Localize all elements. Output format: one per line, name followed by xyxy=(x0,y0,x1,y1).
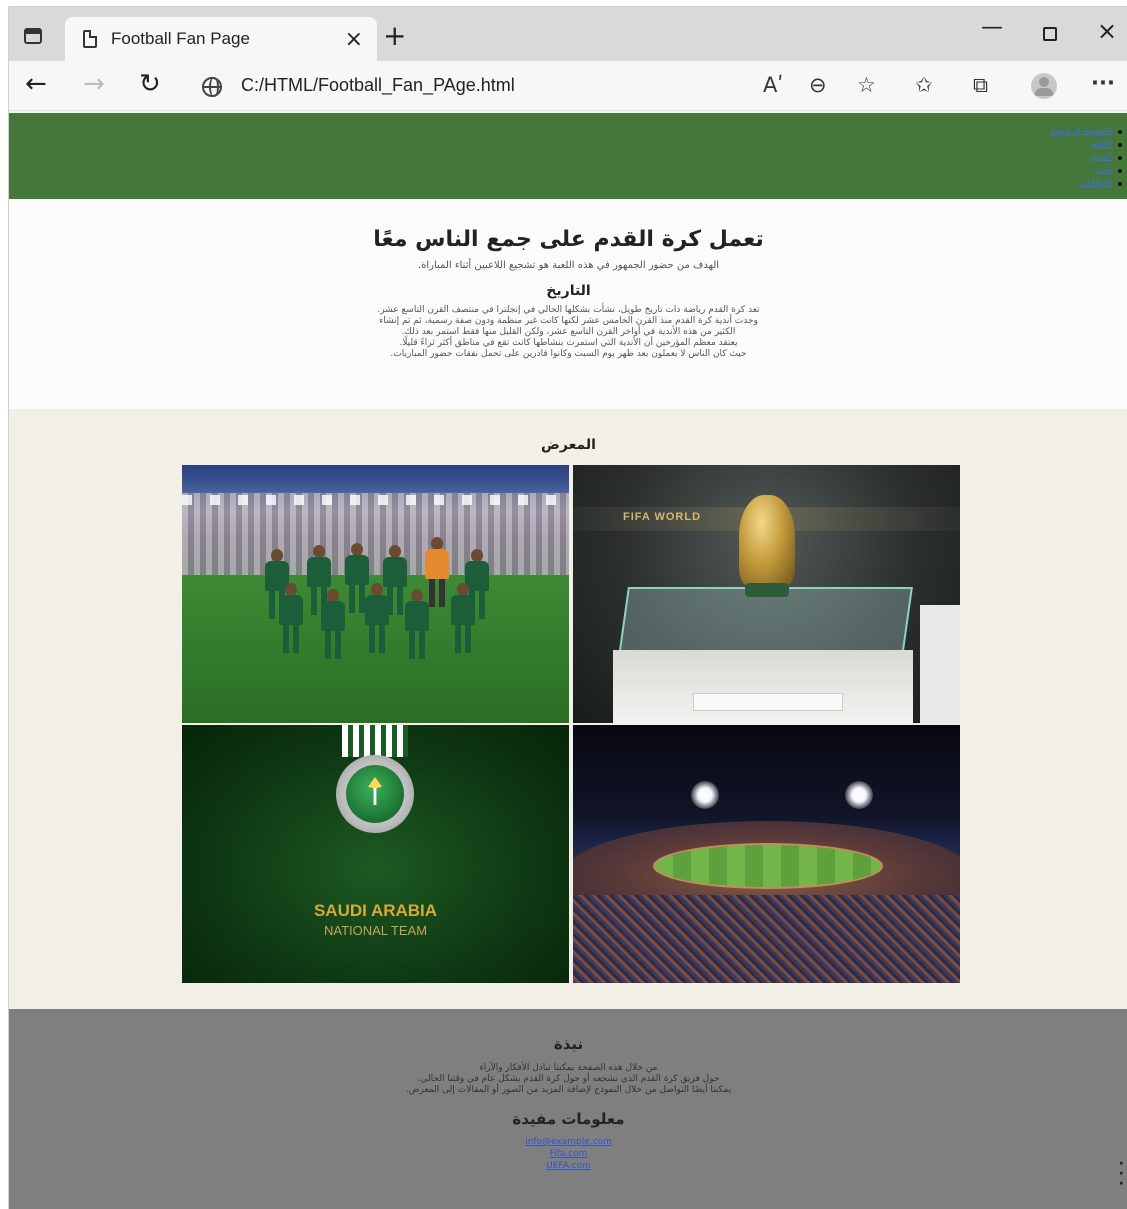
history-line: يعتقد معظم المؤرخين أن الأندية التي استم… xyxy=(399,338,738,348)
address-bar[interactable]: C:/HTML/Football_Fan_PAge.html xyxy=(241,75,515,96)
favorites-icon[interactable]: ✩ xyxy=(915,73,933,97)
link-email[interactable]: info@example.com xyxy=(9,1136,1127,1148)
nav-link-home[interactable]: الصفحة الرئيسية xyxy=(1050,125,1112,138)
gallery-grid: FIFA WORLD SAUDI ARABIA NATIONAL TEAM xyxy=(182,465,960,983)
trophy-banner-text: FIFA WORLD xyxy=(623,511,702,523)
useful-links: info@example.com Fifa.com UEFA.com xyxy=(9,1136,1127,1172)
zoom-icon[interactable]: ⊖ xyxy=(809,73,827,97)
nav-link-referee[interactable]: الحكم xyxy=(1090,138,1112,151)
profile-icon[interactable] xyxy=(1031,73,1057,99)
about-line: من خلال هذه الصفحة يمكننا تبادل الأفكار … xyxy=(479,1063,658,1073)
useful-info-heading: معلومات مفيدة xyxy=(512,1110,625,1128)
about-heading: نبذة xyxy=(553,1035,584,1053)
gallery-section: المعرض FIFA WORLD SAUDI ARABIA NATIONAL … xyxy=(9,409,1127,1009)
add-favorite-icon[interactable]: ☆ xyxy=(857,73,876,97)
site-nav: الصفحة الرئيسية الحكم الفرق مدن الفعاليا… xyxy=(1050,125,1122,190)
close-window-button[interactable]: × xyxy=(1097,17,1117,45)
link-uefa[interactable]: UEFA.com xyxy=(9,1160,1127,1172)
logo-caption-team: NATIONAL TEAM xyxy=(323,923,428,938)
page-icon xyxy=(83,30,97,48)
collections-icon[interactable]: ⧉ xyxy=(973,73,988,98)
nav-item-home: الصفحة الرئيسية xyxy=(1050,125,1122,138)
nav-item-events: الفعاليات xyxy=(1050,177,1122,190)
history-line: الكثير من هذه الأندية في أواخر القرن الت… xyxy=(401,327,736,337)
link-fifa[interactable]: Fifa.com xyxy=(9,1148,1127,1160)
gallery-heading: المعرض xyxy=(541,437,596,453)
history-line: تعد كرة القدم رياضة ذات تاريخ طويل، نشأت… xyxy=(377,305,760,315)
history-line: حيث كان الناس لا يعملون بعد ظهر يوم السب… xyxy=(390,349,747,359)
page-title: تعمل كرة القدم على جمع الناس معًا xyxy=(373,227,764,252)
trophy-photo[interactable]: FIFA WORLD xyxy=(573,465,960,723)
intro-section: تعمل كرة القدم على جمع الناس معًا الهدف … xyxy=(9,199,1127,409)
reload-button[interactable]: ↻ xyxy=(139,69,161,99)
more-icon[interactable]: ··· xyxy=(1091,71,1115,95)
nav-link-cities[interactable]: مدن xyxy=(1096,164,1112,177)
nav-link-events[interactable]: الفعاليات xyxy=(1078,177,1112,190)
minimize-button[interactable]: — xyxy=(981,15,1003,40)
address-bar-row: ← → ↻ C:/HTML/Football_Fan_PAge.html Aʹ … xyxy=(9,61,1127,111)
site-header: الصفحة الرئيسية الحكم الفرق مدن الفعاليا… xyxy=(9,113,1127,199)
about-line: حول فريق كرة القدم الذي نشجعه أو حول كرة… xyxy=(417,1074,720,1084)
tab-title: Football Fan Page xyxy=(111,29,250,48)
nav-item-cities: مدن xyxy=(1050,164,1122,177)
about-section: نبذة من خلال هذه الصفحة يمكننا تبادل الأ… xyxy=(9,1009,1127,1209)
nav-item-referee: الحكم xyxy=(1050,138,1122,151)
globe-icon[interactable] xyxy=(202,77,222,97)
saudi-logo-photo[interactable]: SAUDI ARABIA NATIONAL TEAM xyxy=(182,725,569,983)
read-aloud-icon[interactable]: Aʹ xyxy=(763,73,783,97)
tab-bar: Football Fan Page × + — × xyxy=(9,7,1127,61)
page-more-icon[interactable]: · · · xyxy=(1119,1157,1124,1191)
history-line: وجدت أندية كرة القدم منذ القرن الخامس عش… xyxy=(379,316,758,326)
page-viewport: الصفحة الرئيسية الحكم الفرق مدن الفعاليا… xyxy=(9,113,1127,1209)
about-line: يمكننا أيضًا التواصل من خلال النموذج لإض… xyxy=(405,1085,732,1095)
nav-link-teams[interactable]: الفرق xyxy=(1090,151,1112,164)
nav-item-teams: الفرق xyxy=(1050,151,1122,164)
new-tab-button[interactable]: + xyxy=(383,21,406,51)
history-text: تعد كرة القدم رياضة ذات تاريخ طويل، نشأت… xyxy=(9,305,1127,360)
browser-tab[interactable]: Football Fan Page × xyxy=(65,17,377,61)
logo-caption-country: SAUDI ARABIA xyxy=(313,901,438,920)
team-photo[interactable] xyxy=(182,465,569,723)
tab-close-icon[interactable]: × xyxy=(345,27,363,52)
back-button[interactable]: ← xyxy=(25,69,47,99)
intro-lead: الهدف من حضور الجمهور في هذه اللعبة هو ت… xyxy=(417,260,720,271)
maximize-button[interactable] xyxy=(1043,27,1057,41)
browser-window: Football Fan Page × + — × ← → ↻ C:/HTML/… xyxy=(8,6,1127,1209)
about-text: من خلال هذه الصفحة يمكننا تبادل الأفكار … xyxy=(9,1063,1127,1096)
stadium-photo[interactable] xyxy=(573,725,960,983)
tab-actions-icon[interactable] xyxy=(19,22,47,50)
history-heading: التاريخ xyxy=(546,283,591,299)
forward-button[interactable]: → xyxy=(83,69,105,99)
